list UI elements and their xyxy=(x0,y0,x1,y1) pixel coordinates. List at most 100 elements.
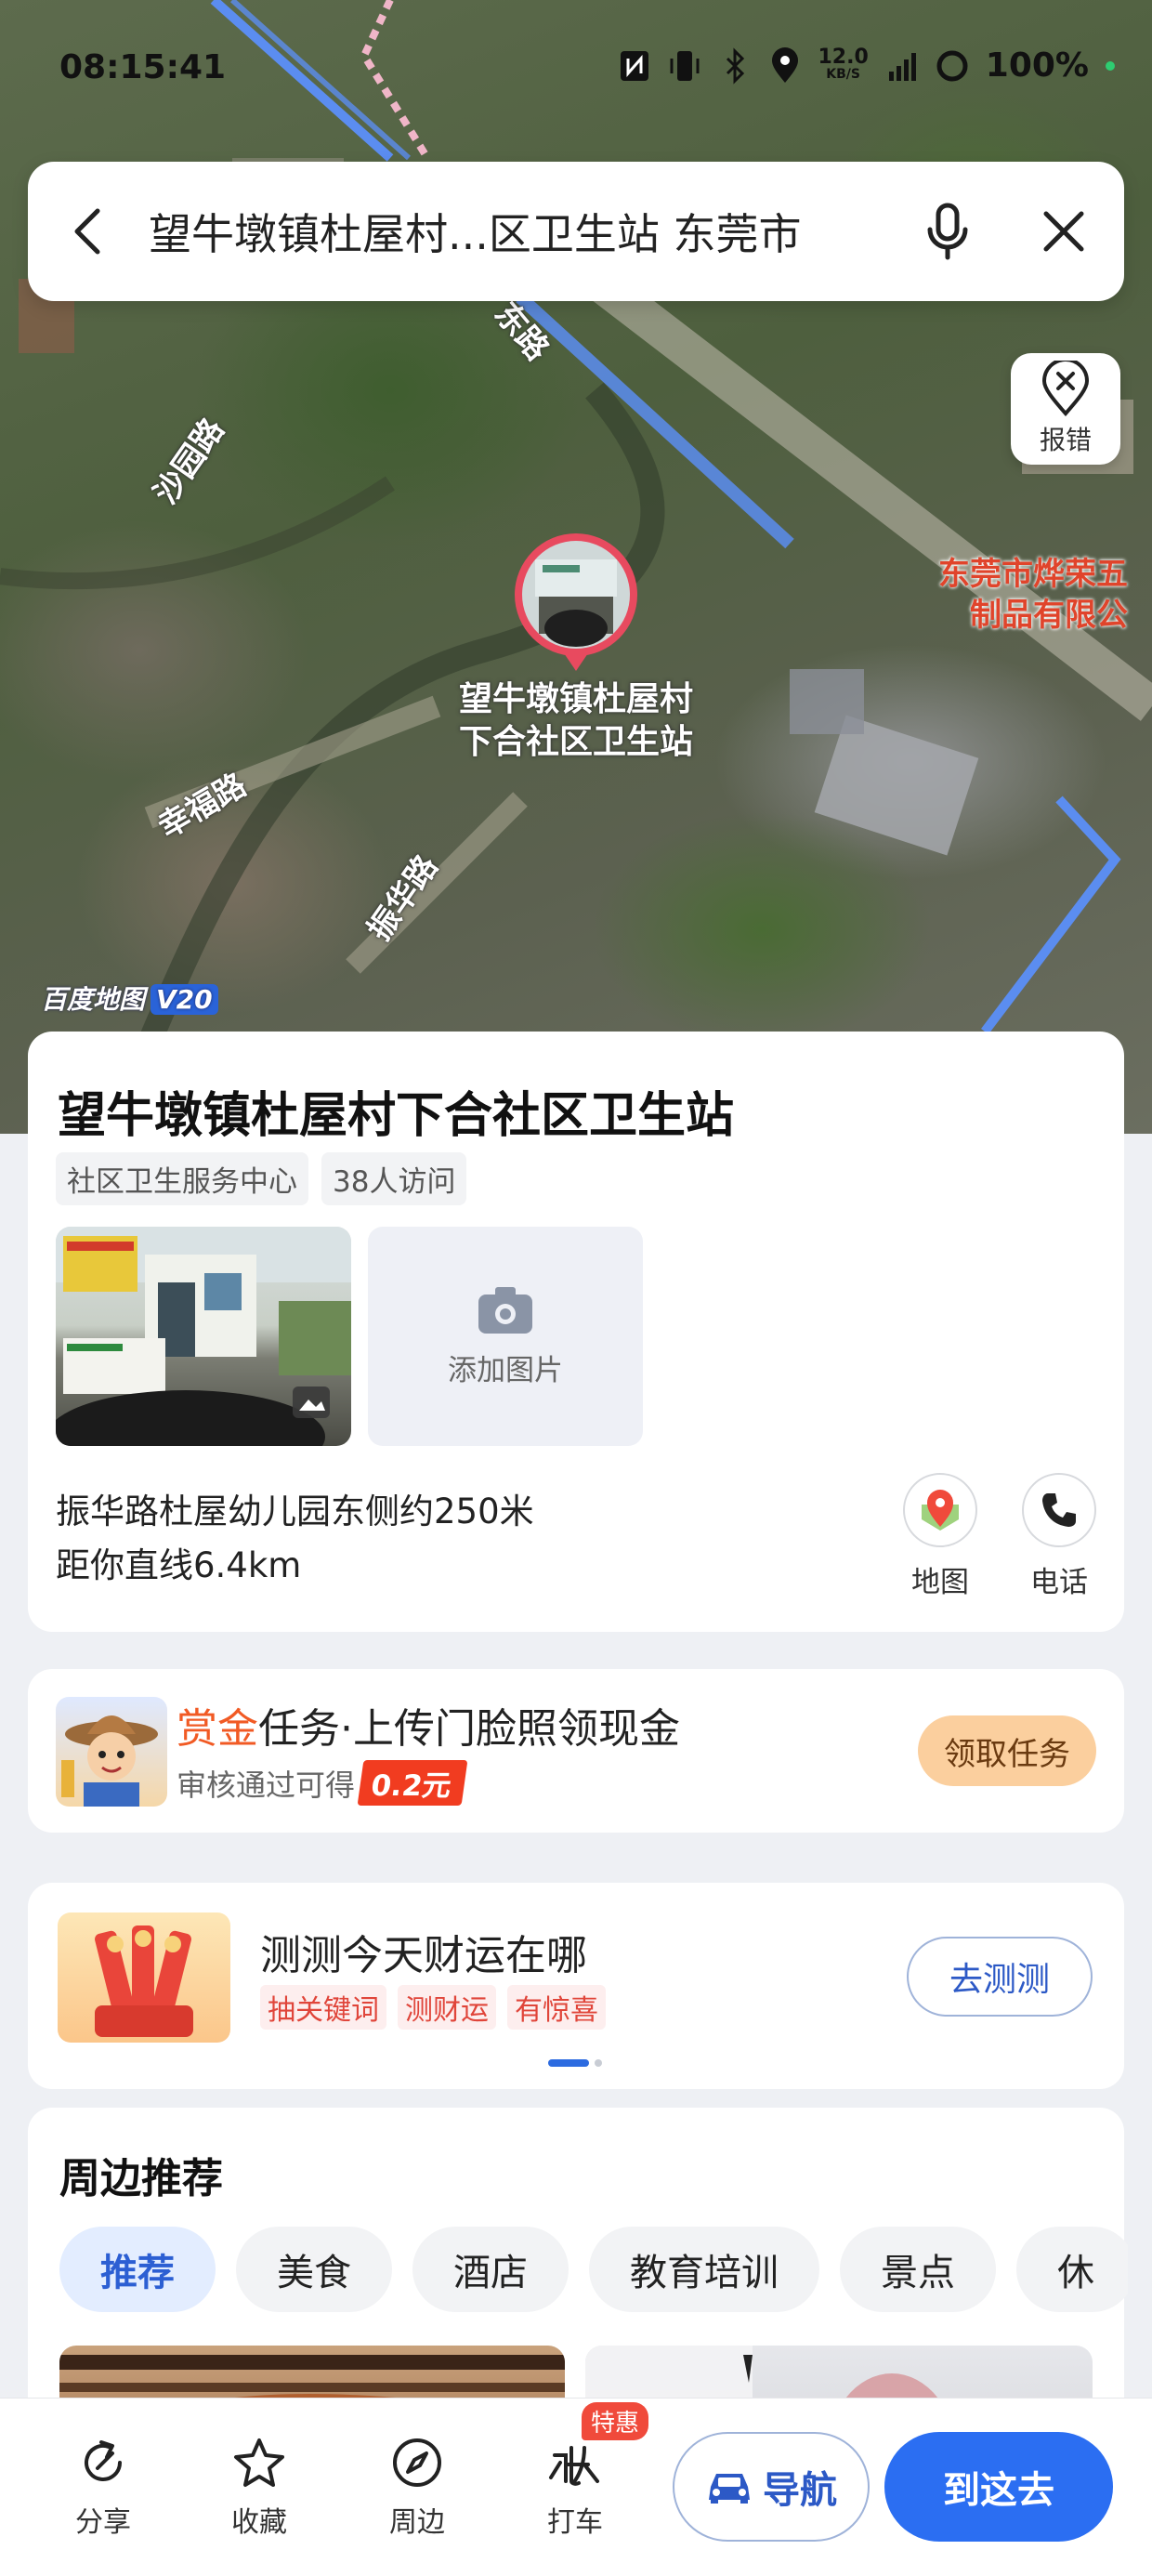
poi-title: 望牛墩镇杜屋村下合社区卫生站 xyxy=(58,1088,735,1144)
poi-info-card: 望牛墩镇杜屋村下合社区卫生站 社区卫生服务中心 38人访问 添加图片 振华路杜屋… xyxy=(28,1032,1124,1632)
phone-icon xyxy=(1042,1493,1076,1527)
share-button[interactable]: 分享 xyxy=(52,2430,154,2540)
poi-tags: 社区卫生服务中心 38人访问 xyxy=(56,1152,467,1205)
navigate-label: 导航 xyxy=(763,2469,837,2512)
fortune-title: 测测今天财运在哪 xyxy=(260,1932,587,1979)
try-fortune-button[interactable]: 去测测 xyxy=(907,1937,1093,2017)
mascot-cowboy-icon xyxy=(61,1715,158,1807)
clear-search-button[interactable] xyxy=(1003,162,1124,301)
fortune-sticks-icon xyxy=(95,1925,193,2037)
storefront-photo xyxy=(56,1227,351,1446)
taxi-promo-badge: 特惠 xyxy=(582,2402,649,2440)
tab-scenic[interactable]: 景点 xyxy=(840,2227,996,2312)
nearby-category-tabs: 推荐 美食 酒店 教育培训 景点 休 xyxy=(59,2227,1128,2312)
battery-level: 100% xyxy=(985,46,1089,85)
map-action-label: 地图 xyxy=(911,1566,969,1599)
logo-text: 百度地图 xyxy=(41,984,146,1015)
poi-map-name-line: 望牛墩镇杜屋村 xyxy=(458,680,693,718)
charging-dot xyxy=(1106,60,1115,71)
poi-map-pin[interactable] xyxy=(511,532,641,680)
microphone-icon xyxy=(927,203,968,260)
phone-action-label: 电话 xyxy=(1030,1566,1088,1599)
map-logo: 百度地图 V20 xyxy=(41,979,218,1017)
map-company-label[interactable]: 东莞市烨荣五 制品有限公 xyxy=(938,554,1128,636)
net-speed-value: 12.0 xyxy=(818,45,869,69)
poi-address: 振华路杜屋幼儿园东侧约250米 xyxy=(56,1492,534,1531)
task-reward-badge: 0.2元 xyxy=(357,1760,468,1806)
favorite-button[interactable]: 收藏 xyxy=(208,2430,310,2540)
bottom-action-bar: 分享 收藏 周边 打车 特惠 导航 到这去 xyxy=(0,2398,1152,2576)
task-title-highlight: 赏金 xyxy=(177,1705,258,1753)
net-speed: 12.0 KB/S xyxy=(818,45,869,83)
pager-dot xyxy=(595,2059,602,2067)
favorite-label: 收藏 xyxy=(231,2506,287,2539)
task-subtitle: 审核通过可得 0.2元 xyxy=(177,1760,468,1806)
report-error-button[interactable]: 报错 xyxy=(1011,353,1120,465)
fortune-tag: 抽关键词 xyxy=(260,1985,386,2030)
bluetooth-icon xyxy=(726,46,744,85)
map-action-button[interactable]: 地图 xyxy=(894,1473,987,1600)
task-title-rest: 任务·上传门脸照领现金 xyxy=(258,1705,680,1753)
map-action-circle xyxy=(903,1473,977,1547)
taxi-icon xyxy=(549,2446,599,2486)
tab-education[interactable]: 教育培训 xyxy=(589,2227,819,2312)
task-mascot-image xyxy=(56,1697,167,1807)
status-time: 08:15:41 xyxy=(59,48,227,86)
map-location-icon xyxy=(922,1490,959,1531)
poi-distance: 距你直线6.4km xyxy=(56,1545,302,1585)
location-icon xyxy=(771,46,798,83)
around-button[interactable]: 周边 xyxy=(366,2430,468,2540)
map-pin-icon xyxy=(515,533,637,671)
taxi-label: 打车 xyxy=(547,2506,603,2539)
status-bar: 08:15:41 12.0 KB/S 100% xyxy=(0,0,1152,139)
phone-action-button[interactable]: 电话 xyxy=(1013,1473,1106,1600)
phone-action-circle xyxy=(1022,1473,1096,1547)
nearby-title: 周边推荐 xyxy=(59,2155,223,2202)
tab-leisure[interactable]: 休 xyxy=(1016,2227,1128,2312)
fortune-tag: 测财运 xyxy=(398,1985,496,2030)
report-label: 报错 xyxy=(1039,425,1092,455)
tab-recommend[interactable]: 推荐 xyxy=(59,2227,216,2312)
go-here-button[interactable]: 到这去 xyxy=(884,2432,1113,2542)
carousel-pager xyxy=(548,2059,602,2067)
category-tag[interactable]: 社区卫生服务中心 xyxy=(56,1152,308,1205)
fortune-image xyxy=(58,1912,230,2043)
nfc-icon xyxy=(620,50,648,81)
close-icon xyxy=(1043,211,1084,252)
search-bar[interactable]: 望牛墩镇杜屋村...区卫生站 东莞市 xyxy=(28,162,1124,301)
taxi-button[interactable]: 打车 xyxy=(524,2430,626,2540)
task-subtitle-text: 审核通过可得 xyxy=(177,1767,356,1803)
camera-icon xyxy=(478,1286,532,1334)
navigate-button[interactable]: 导航 xyxy=(673,2432,870,2542)
around-label: 周边 xyxy=(389,2506,445,2539)
visits-tag: 38人访问 xyxy=(321,1152,467,1205)
share-icon xyxy=(85,2440,122,2481)
claim-task-button[interactable]: 领取任务 xyxy=(918,1715,1096,1786)
add-photo-button[interactable]: 添加图片 xyxy=(368,1227,643,1446)
poi-map-name[interactable]: 望牛墩镇杜屋村 下合社区卫生站 xyxy=(390,678,762,764)
poi-map-name-line: 下合社区卫生站 xyxy=(458,723,693,761)
poi-photo[interactable] xyxy=(56,1227,351,1446)
search-query[interactable]: 望牛墩镇杜屋村...区卫生站 东莞市 xyxy=(149,201,892,262)
status-icons: 12.0 KB/S 100% xyxy=(618,45,1115,85)
net-speed-unit: KB/S xyxy=(826,66,860,82)
bounty-task-card[interactable]: 赏金任务·上传门脸照领现金 审核通过可得 0.2元 领取任务 xyxy=(28,1669,1124,1833)
star-icon xyxy=(234,2438,284,2487)
fortune-promo-card[interactable]: 测测今天财运在哪 抽关键词 测财运 有惊喜 去测测 xyxy=(28,1883,1124,2089)
fortune-tags: 抽关键词 测财运 有惊喜 xyxy=(260,1985,606,2030)
tab-hotel[interactable]: 酒店 xyxy=(412,2227,569,2312)
back-button[interactable] xyxy=(28,162,149,301)
battery-ring-icon xyxy=(936,50,968,81)
back-arrow-icon xyxy=(74,208,100,255)
company-label-line: 东莞市烨荣五 xyxy=(938,556,1128,593)
compass-icon xyxy=(393,2438,441,2487)
voice-search-button[interactable] xyxy=(892,162,1003,301)
company-label-line: 制品有限公 xyxy=(970,597,1128,634)
logo-version: V20 xyxy=(151,984,218,1015)
task-title: 赏金任务·上传门脸照领现金 xyxy=(177,1695,680,1755)
signal-icon xyxy=(888,52,916,81)
tab-food[interactable]: 美食 xyxy=(236,2227,392,2312)
car-icon xyxy=(709,2474,750,2504)
report-pin-icon xyxy=(1041,361,1090,416)
pager-dot-active xyxy=(548,2059,589,2067)
